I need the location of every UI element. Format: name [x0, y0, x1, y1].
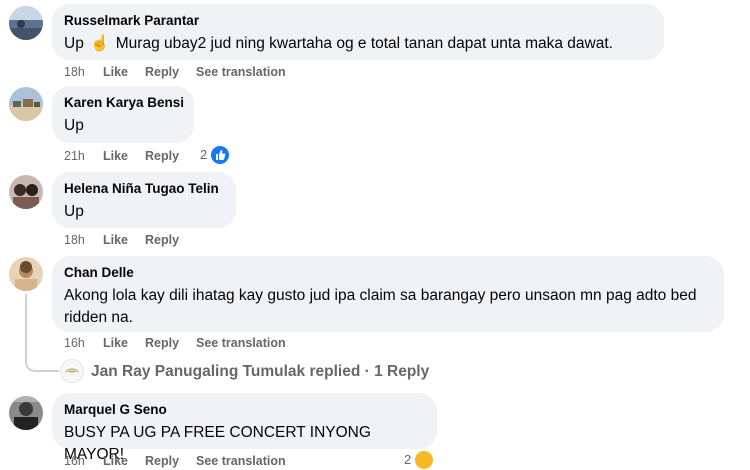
like-button[interactable]: Like — [103, 148, 128, 164]
reply-button[interactable]: Reply — [145, 335, 179, 351]
comment-author[interactable]: Karen Karya Bensi — [64, 94, 184, 112]
comment-text: Up ☝ Murag ubay2 jud ning kwartaha og e … — [64, 33, 652, 55]
reply-button[interactable]: Reply — [145, 453, 179, 469]
comment-time[interactable]: 18h — [64, 64, 85, 80]
comment-text: Akong lola kay dili ihatag kay gusto jud… — [64, 287, 697, 326]
like-button[interactable]: Like — [103, 453, 128, 469]
reply-button[interactable]: Reply — [145, 232, 179, 248]
see-translation-link[interactable]: See translation — [196, 335, 286, 351]
pointing-up-icon: ☝ — [90, 35, 110, 52]
avatar[interactable] — [9, 175, 43, 209]
avatar[interactable] — [60, 359, 84, 383]
reply-button[interactable]: Reply — [145, 148, 179, 164]
comment-bubble: Karen Karya Bensi Up — [52, 86, 194, 143]
comment-time[interactable]: 21h — [64, 148, 85, 164]
comment-text-start: Up — [64, 35, 84, 52]
haha-reaction-icon[interactable] — [414, 450, 434, 470]
reaction-count[interactable]: 2 — [200, 146, 207, 164]
see-translation-link[interactable]: See translation — [196, 64, 286, 80]
replies-summary[interactable]: Jan Ray Panugaling Tumulak replied · 1 R… — [91, 362, 429, 381]
avatar[interactable] — [9, 87, 43, 121]
comment-time[interactable]: 16h — [64, 453, 85, 469]
comment-bubble: Marquel G Seno BUSY PA UG PA FREE CONCER… — [52, 393, 437, 463]
avatar[interactable] — [9, 6, 43, 40]
see-translation-link[interactable]: See translation — [196, 453, 286, 469]
reply-button[interactable]: Reply — [145, 64, 179, 80]
comment-bubble: Helena Niña Tugao Telin Up — [52, 172, 236, 228]
like-button[interactable]: Like — [103, 232, 128, 248]
comment-time[interactable]: 18h — [64, 232, 85, 248]
reaction-count[interactable]: 2 — [404, 451, 411, 469]
comment-bubble: Russelmark Parantar Up ☝ Murag ubay2 jud… — [52, 4, 664, 60]
like-button[interactable]: Like — [103, 335, 128, 351]
comment-text: Up — [64, 117, 84, 134]
comment-text: Up — [64, 203, 84, 220]
comment-author[interactable]: Chan Delle — [64, 264, 712, 282]
comment-text-rest: Murag ubay2 jud ning kwartaha og e total… — [115, 35, 613, 52]
avatar[interactable] — [9, 257, 43, 291]
like-reaction-icon[interactable] — [210, 145, 230, 165]
thread-connector — [25, 294, 59, 372]
comment-author[interactable]: Russelmark Parantar — [64, 12, 652, 30]
comment-author[interactable]: Helena Niña Tugao Telin — [64, 180, 224, 198]
comment-bubble: Chan Delle Akong lola kay dili ihatag ka… — [52, 256, 724, 332]
comment-time[interactable]: 16h — [64, 335, 85, 351]
like-button[interactable]: Like — [103, 64, 128, 80]
comment-author[interactable]: Marquel G Seno — [64, 401, 425, 419]
avatar[interactable] — [9, 396, 43, 430]
